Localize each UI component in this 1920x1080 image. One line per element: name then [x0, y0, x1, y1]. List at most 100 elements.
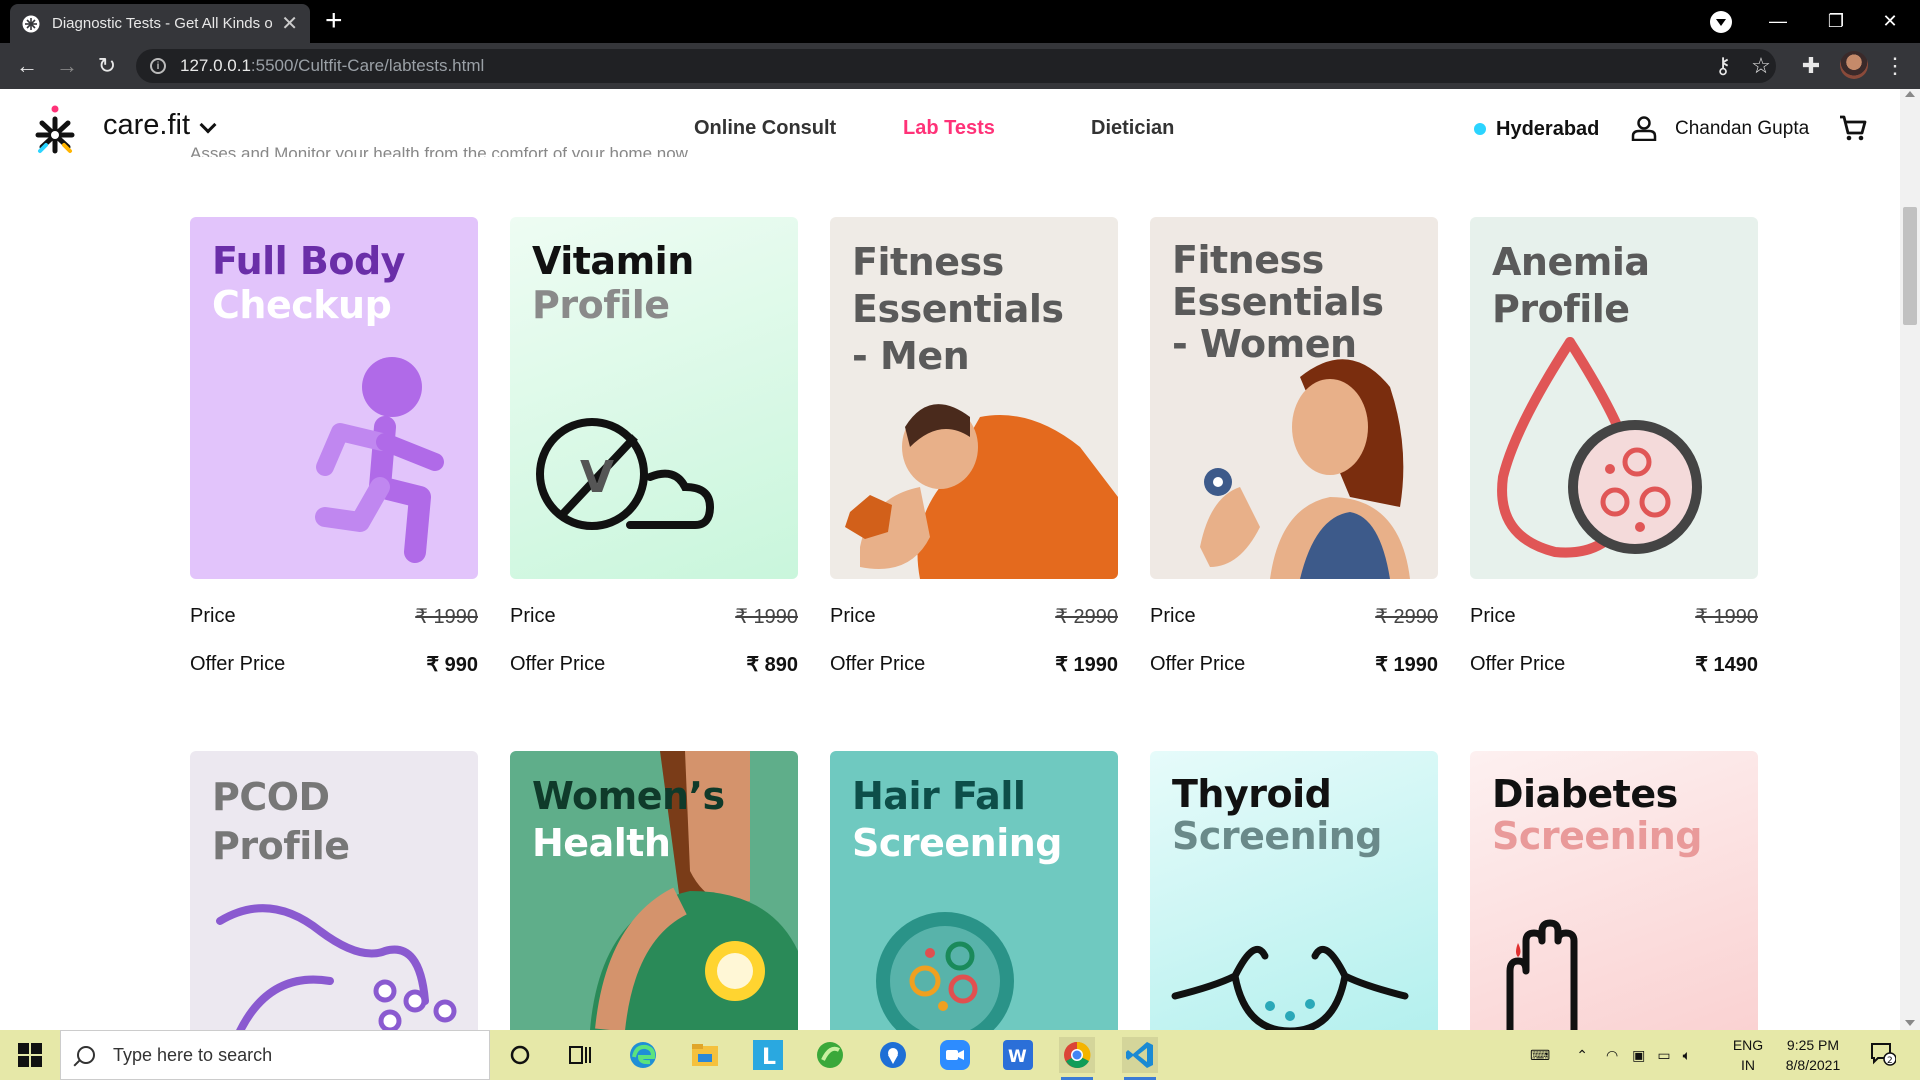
back-icon[interactable]: ← — [12, 51, 42, 81]
card-title: Thyroid Screening — [1172, 772, 1383, 858]
cultfit-favicon-icon — [22, 15, 40, 32]
notification-center-icon[interactable]: 2 — [1870, 1042, 1896, 1066]
nav-online-consult[interactable]: Online Consult — [694, 117, 836, 140]
card-title: Fitness Essentials - Men — [852, 240, 1064, 378]
user-icon[interactable] — [1631, 115, 1657, 141]
test-card-pcod[interactable]: PCOD Profile — [190, 751, 478, 1030]
test-card-fitness-men[interactable]: Fitness Essentials - Men Price ₹ 2990 Of… — [830, 217, 1118, 677]
cortana-icon[interactable] — [502, 1037, 538, 1073]
offer-price-label: Offer Price — [1470, 652, 1566, 675]
card-image[interactable]: Anemia Profile — [1470, 217, 1758, 579]
restore-icon[interactable]: ❐ — [1806, 0, 1866, 43]
page-scrollbar[interactable] — [1900, 89, 1920, 1030]
test-card-hair-fall[interactable]: Hair Fall Screening — [830, 751, 1118, 1030]
card-image[interactable]: Thyroid Screening — [1150, 751, 1438, 1030]
taskbar-search-box[interactable]: Type here to search — [60, 1030, 490, 1080]
offer-price: ₹ 1990 — [1055, 653, 1118, 676]
chrome-browser-icon[interactable] — [1059, 1037, 1095, 1080]
card-title: PCOD Profile — [212, 775, 350, 868]
reload-icon[interactable]: ↻ — [92, 51, 122, 81]
system-clock[interactable]: 9:25 PM 8/8/2021 — [1768, 1035, 1858, 1075]
site-info-icon[interactable]: i — [150, 58, 166, 74]
card-image[interactable]: Fitness Essentials - Men — [830, 217, 1118, 579]
menu-kebab-icon[interactable]: ⋮ — [1880, 51, 1910, 81]
nav-dietician[interactable]: Dietician — [1091, 117, 1174, 140]
page-subtitle: Asses and Monitor your health from the c… — [190, 147, 692, 157]
card-title: Vitamin Profile — [532, 239, 694, 327]
scroll-down-arrow-icon[interactable] — [1905, 1020, 1915, 1026]
offer-row: Offer Price ₹ 890 — [510, 651, 798, 677]
hair-follicle-magnifier-icon — [876, 912, 1014, 1030]
price-label: Price — [1150, 604, 1196, 627]
scrollbar-thumb[interactable] — [1903, 207, 1917, 325]
bookmark-star-icon[interactable]: ☆ — [1746, 51, 1776, 81]
user-name[interactable]: Chandan Gupta — [1675, 118, 1809, 140]
vscode-icon[interactable] — [1122, 1037, 1158, 1080]
test-card-anemia[interactable]: Anemia Profile Price ₹ 1990 Offer Price … — [1470, 217, 1758, 677]
extensions-icon[interactable]: ✚ — [1796, 51, 1826, 81]
close-window-icon[interactable]: ✕ — [1860, 0, 1920, 43]
hand-blood-drop-icon — [1506, 919, 1578, 1030]
offer-price: ₹ 890 — [746, 653, 798, 676]
edge-browser-icon[interactable] — [625, 1037, 661, 1073]
windows-start-icon[interactable] — [18, 1043, 42, 1067]
card-image[interactable]: Vitamin Profile V — [510, 217, 798, 579]
battery-icon[interactable]: ▭ — [1657, 1047, 1670, 1064]
browser-tab-strip: Diagnostic Tests - Get All Kinds o ✕ + —… — [0, 0, 1920, 43]
browser-tab-active[interactable]: Diagnostic Tests - Get All Kinds o ✕ — [10, 4, 310, 43]
wps-writer-icon[interactable]: W — [1000, 1037, 1036, 1073]
wifi-icon[interactable]: ◠ — [1606, 1047, 1618, 1064]
card-image[interactable]: Women’s Health — [510, 751, 798, 1030]
nav-lab-tests[interactable]: Lab Tests — [903, 117, 995, 140]
brand-name[interactable]: care.fit — [103, 109, 190, 142]
profile-avatar[interactable] — [1840, 51, 1868, 79]
price-label: Price — [510, 604, 556, 627]
maps-app-icon[interactable] — [875, 1037, 911, 1073]
test-card-womens-health[interactable]: Women’s Health — [510, 751, 798, 1030]
system-tray: ⌨ ⌃ ◠ ▣ ▭ 🔈︎ — [1530, 1030, 1691, 1080]
site-header: care.fit Online Consult Lab Tests Dietic… — [0, 89, 1900, 171]
card-title: Hair Fall Screening — [852, 774, 1063, 865]
card-image[interactable]: PCOD Profile — [190, 751, 478, 1030]
offer-row: Offer Price ₹ 1490 — [1470, 651, 1758, 677]
new-tab-icon[interactable]: + — [325, 6, 343, 36]
zoom-app-icon[interactable] — [937, 1037, 973, 1073]
address-bar[interactable]: i 127.0.0.1:5500/Cultfit-Care/labtests.h… — [136, 49, 1776, 83]
key-icon[interactable]: ⚷ — [1708, 51, 1738, 81]
test-card-full-body[interactable]: Full Body Checkup Price ₹ 1990 Offer Pri… — [190, 217, 478, 677]
scroll-up-arrow-icon[interactable] — [1905, 91, 1915, 97]
forward-icon[interactable]: → — [52, 51, 82, 81]
file-explorer-icon[interactable] — [687, 1037, 723, 1073]
tab-close-icon[interactable]: ✕ — [281, 11, 298, 36]
offer-price: ₹ 990 — [426, 653, 478, 676]
card-image[interactable]: Diabetes Screening — [1470, 751, 1758, 1030]
minimize-icon[interactable]: — — [1748, 0, 1808, 43]
green-app-icon[interactable] — [812, 1037, 848, 1073]
price-label: Price — [1470, 604, 1516, 627]
chevron-up-icon[interactable]: ⌃ — [1576, 1047, 1588, 1064]
card-image[interactable]: Fitness Essentials - Women — [1150, 217, 1438, 579]
test-card-fitness-women[interactable]: Fitness Essentials - Women Price ₹ 2990 … — [1150, 217, 1438, 677]
url-host: 127.0.0.1 — [180, 56, 251, 75]
thyroid-neck-icon — [1171, 945, 1409, 1030]
region-code: IN — [1741, 1057, 1755, 1073]
location-selector[interactable]: Hyderabad — [1496, 118, 1599, 141]
clock-time: 9:25 PM — [1786, 1037, 1840, 1053]
chevron-down-icon[interactable] — [199, 116, 217, 134]
test-card-vitamin[interactable]: Vitamin Profile V Price ₹ 1990 Offer Pri… — [510, 217, 798, 677]
network-icon[interactable]: ▣ — [1632, 1047, 1645, 1064]
l-app-icon[interactable]: L — [750, 1037, 786, 1073]
card-image[interactable]: Full Body Checkup — [190, 217, 478, 579]
search-placeholder: Type here to search — [113, 1044, 273, 1065]
carefit-logo-icon[interactable] — [30, 101, 80, 157]
test-card-thyroid[interactable]: Thyroid Screening — [1150, 751, 1438, 1030]
location-dot-icon — [1474, 123, 1486, 135]
media-control-icon[interactable] — [1710, 11, 1732, 33]
keyboard-icon[interactable]: ⌨ — [1530, 1047, 1550, 1064]
volume-icon[interactable]: 🔈︎ — [1683, 1047, 1691, 1064]
cart-icon[interactable] — [1838, 113, 1868, 143]
language-indicator[interactable]: ENG IN — [1730, 1035, 1766, 1075]
task-view-icon[interactable] — [562, 1037, 598, 1073]
card-image[interactable]: Hair Fall Screening — [830, 751, 1118, 1030]
test-card-diabetes[interactable]: Diabetes Screening — [1470, 751, 1758, 1030]
